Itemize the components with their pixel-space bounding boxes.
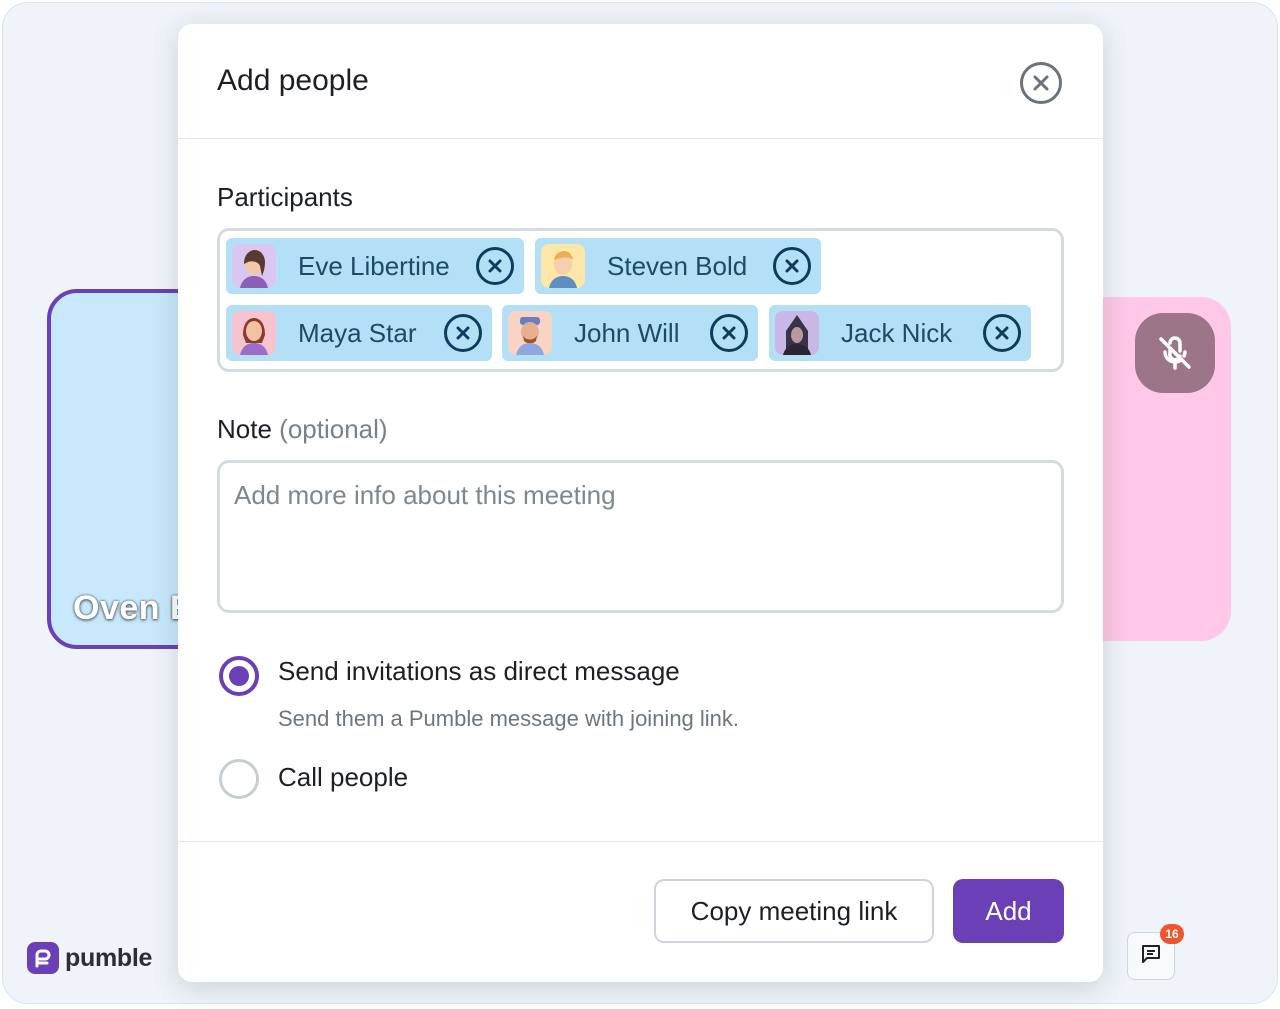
avatar	[232, 311, 276, 355]
remove-participant-icon[interactable]	[444, 314, 482, 352]
participant-name: Jack Nick	[841, 317, 953, 348]
brand-logo: pumble	[27, 942, 152, 974]
participant-name: Maya Star	[298, 317, 417, 348]
participant-chip: Eve Libertine	[226, 238, 524, 294]
dialog-title: Add people	[217, 64, 369, 97]
mic-off-icon	[1135, 313, 1215, 393]
direct-message-option-label[interactable]: Send invitations as direct message	[278, 656, 680, 687]
copy-meeting-link-button[interactable]: Copy meeting link	[654, 879, 934, 943]
brand-name: pumble	[65, 943, 153, 972]
dialog-header: Add people	[178, 24, 1103, 139]
note-textarea[interactable]: Add more info about this meeting	[217, 460, 1064, 613]
add-people-dialog: Add people Participants Eve Libertine St…	[178, 24, 1103, 982]
note-optional-hint: (optional)	[279, 414, 388, 444]
participant-chip: Steven Bold	[535, 238, 821, 294]
avatar	[508, 311, 552, 355]
add-button[interactable]: Add	[953, 879, 1064, 943]
remove-participant-icon[interactable]	[710, 314, 748, 352]
avatar	[775, 311, 819, 355]
remove-participant-icon[interactable]	[983, 314, 1021, 352]
dialog-divider	[178, 841, 1103, 842]
note-label-text: Note	[217, 414, 272, 444]
participant-chip: Maya Star	[226, 305, 492, 361]
chat-icon	[1140, 943, 1162, 970]
close-icon[interactable]	[1020, 62, 1062, 104]
participant-name: Steven Bold	[607, 250, 748, 281]
avatar	[541, 244, 585, 288]
unread-badge: 16	[1160, 924, 1184, 944]
participants-input[interactable]: Eve Libertine Steven Bold Maya Star John…	[217, 228, 1064, 372]
direct-message-option-description: Send them a Pumble message with joining …	[278, 706, 740, 731]
participant-chip: Jack Nick	[769, 305, 1031, 361]
participant-name: John Will	[574, 317, 680, 348]
participant-tile-name: Oven E	[73, 589, 194, 627]
radio-call-people[interactable]	[219, 759, 259, 799]
radio-direct-message[interactable]	[219, 656, 259, 696]
call-people-option-label[interactable]: Call people	[278, 762, 408, 793]
pumble-logo-icon	[27, 942, 59, 974]
note-placeholder: Add more info about this meeting	[234, 480, 616, 510]
remove-participant-icon[interactable]	[476, 247, 514, 285]
participant-chip: John Will	[502, 305, 758, 361]
remove-participant-icon[interactable]	[773, 247, 811, 285]
note-label: Note (optional)	[217, 414, 388, 445]
participants-label: Participants	[217, 182, 353, 212]
participant-name: Eve Libertine	[298, 250, 450, 281]
avatar	[232, 244, 276, 288]
